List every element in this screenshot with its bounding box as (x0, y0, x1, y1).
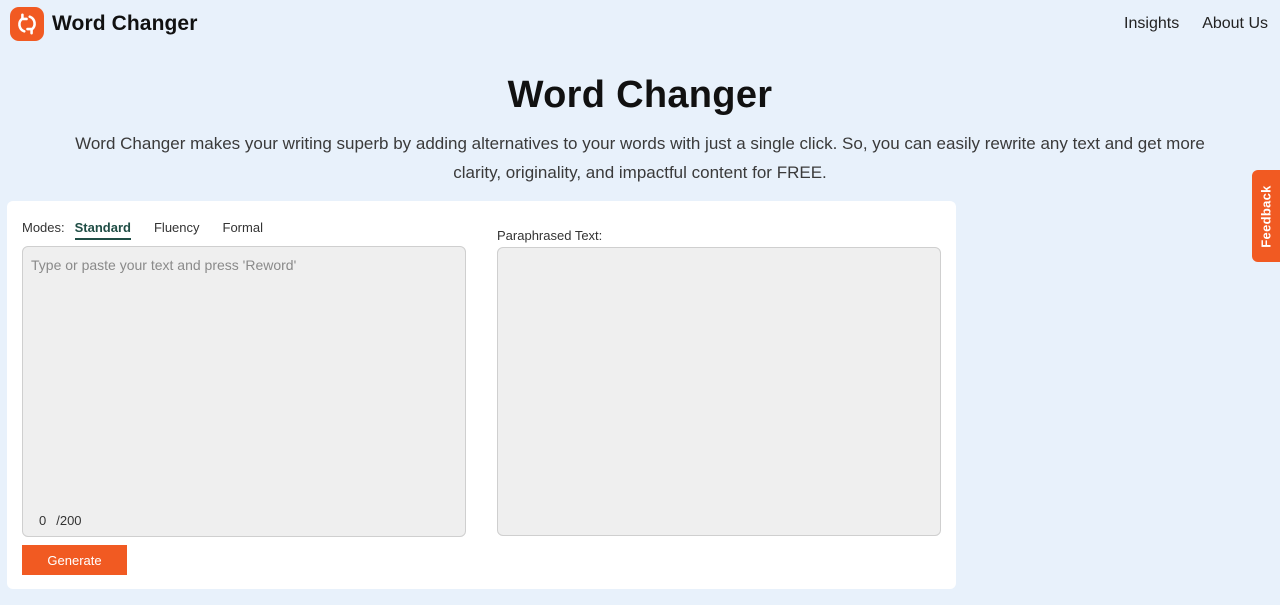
modes-bar: Modes: Standard Fluency Formal (22, 218, 276, 240)
page-description: Word Changer makes your writing superb b… (75, 134, 1205, 182)
input-box: 0/200 (22, 246, 466, 537)
modes-label: Modes: (22, 220, 65, 235)
character-limit: /200 (56, 513, 82, 528)
character-count: 0 (39, 513, 47, 528)
refresh-arrows-icon (10, 7, 44, 41)
output-box[interactable] (497, 247, 941, 536)
character-counter: 0/200 (39, 513, 82, 528)
mode-tab-fluency[interactable]: Fluency (154, 220, 200, 238)
nav-insights[interactable]: Insights (1124, 15, 1179, 33)
top-nav: Insights About Us (1101, 15, 1268, 33)
brand-name: Word Changer (52, 12, 198, 35)
tool-card: Modes: Standard Fluency Formal 0/200 Gen… (7, 201, 956, 589)
nav-about-us[interactable]: About Us (1202, 15, 1268, 33)
page-title: Word Changer (507, 74, 773, 116)
generate-button[interactable]: Generate (22, 545, 127, 575)
header: Word Changer Insights About Us (0, 0, 1280, 50)
mode-tab-standard[interactable]: Standard (74, 220, 131, 240)
input-textarea[interactable] (23, 247, 465, 502)
feedback-label: Feedback (1258, 184, 1274, 248)
mode-tab-formal[interactable]: Formal (223, 220, 263, 238)
feedback-tab[interactable]: Feedback (1252, 170, 1280, 262)
logo[interactable]: Word Changer (10, 7, 197, 41)
output-label: Paraphrased Text: (497, 228, 603, 243)
